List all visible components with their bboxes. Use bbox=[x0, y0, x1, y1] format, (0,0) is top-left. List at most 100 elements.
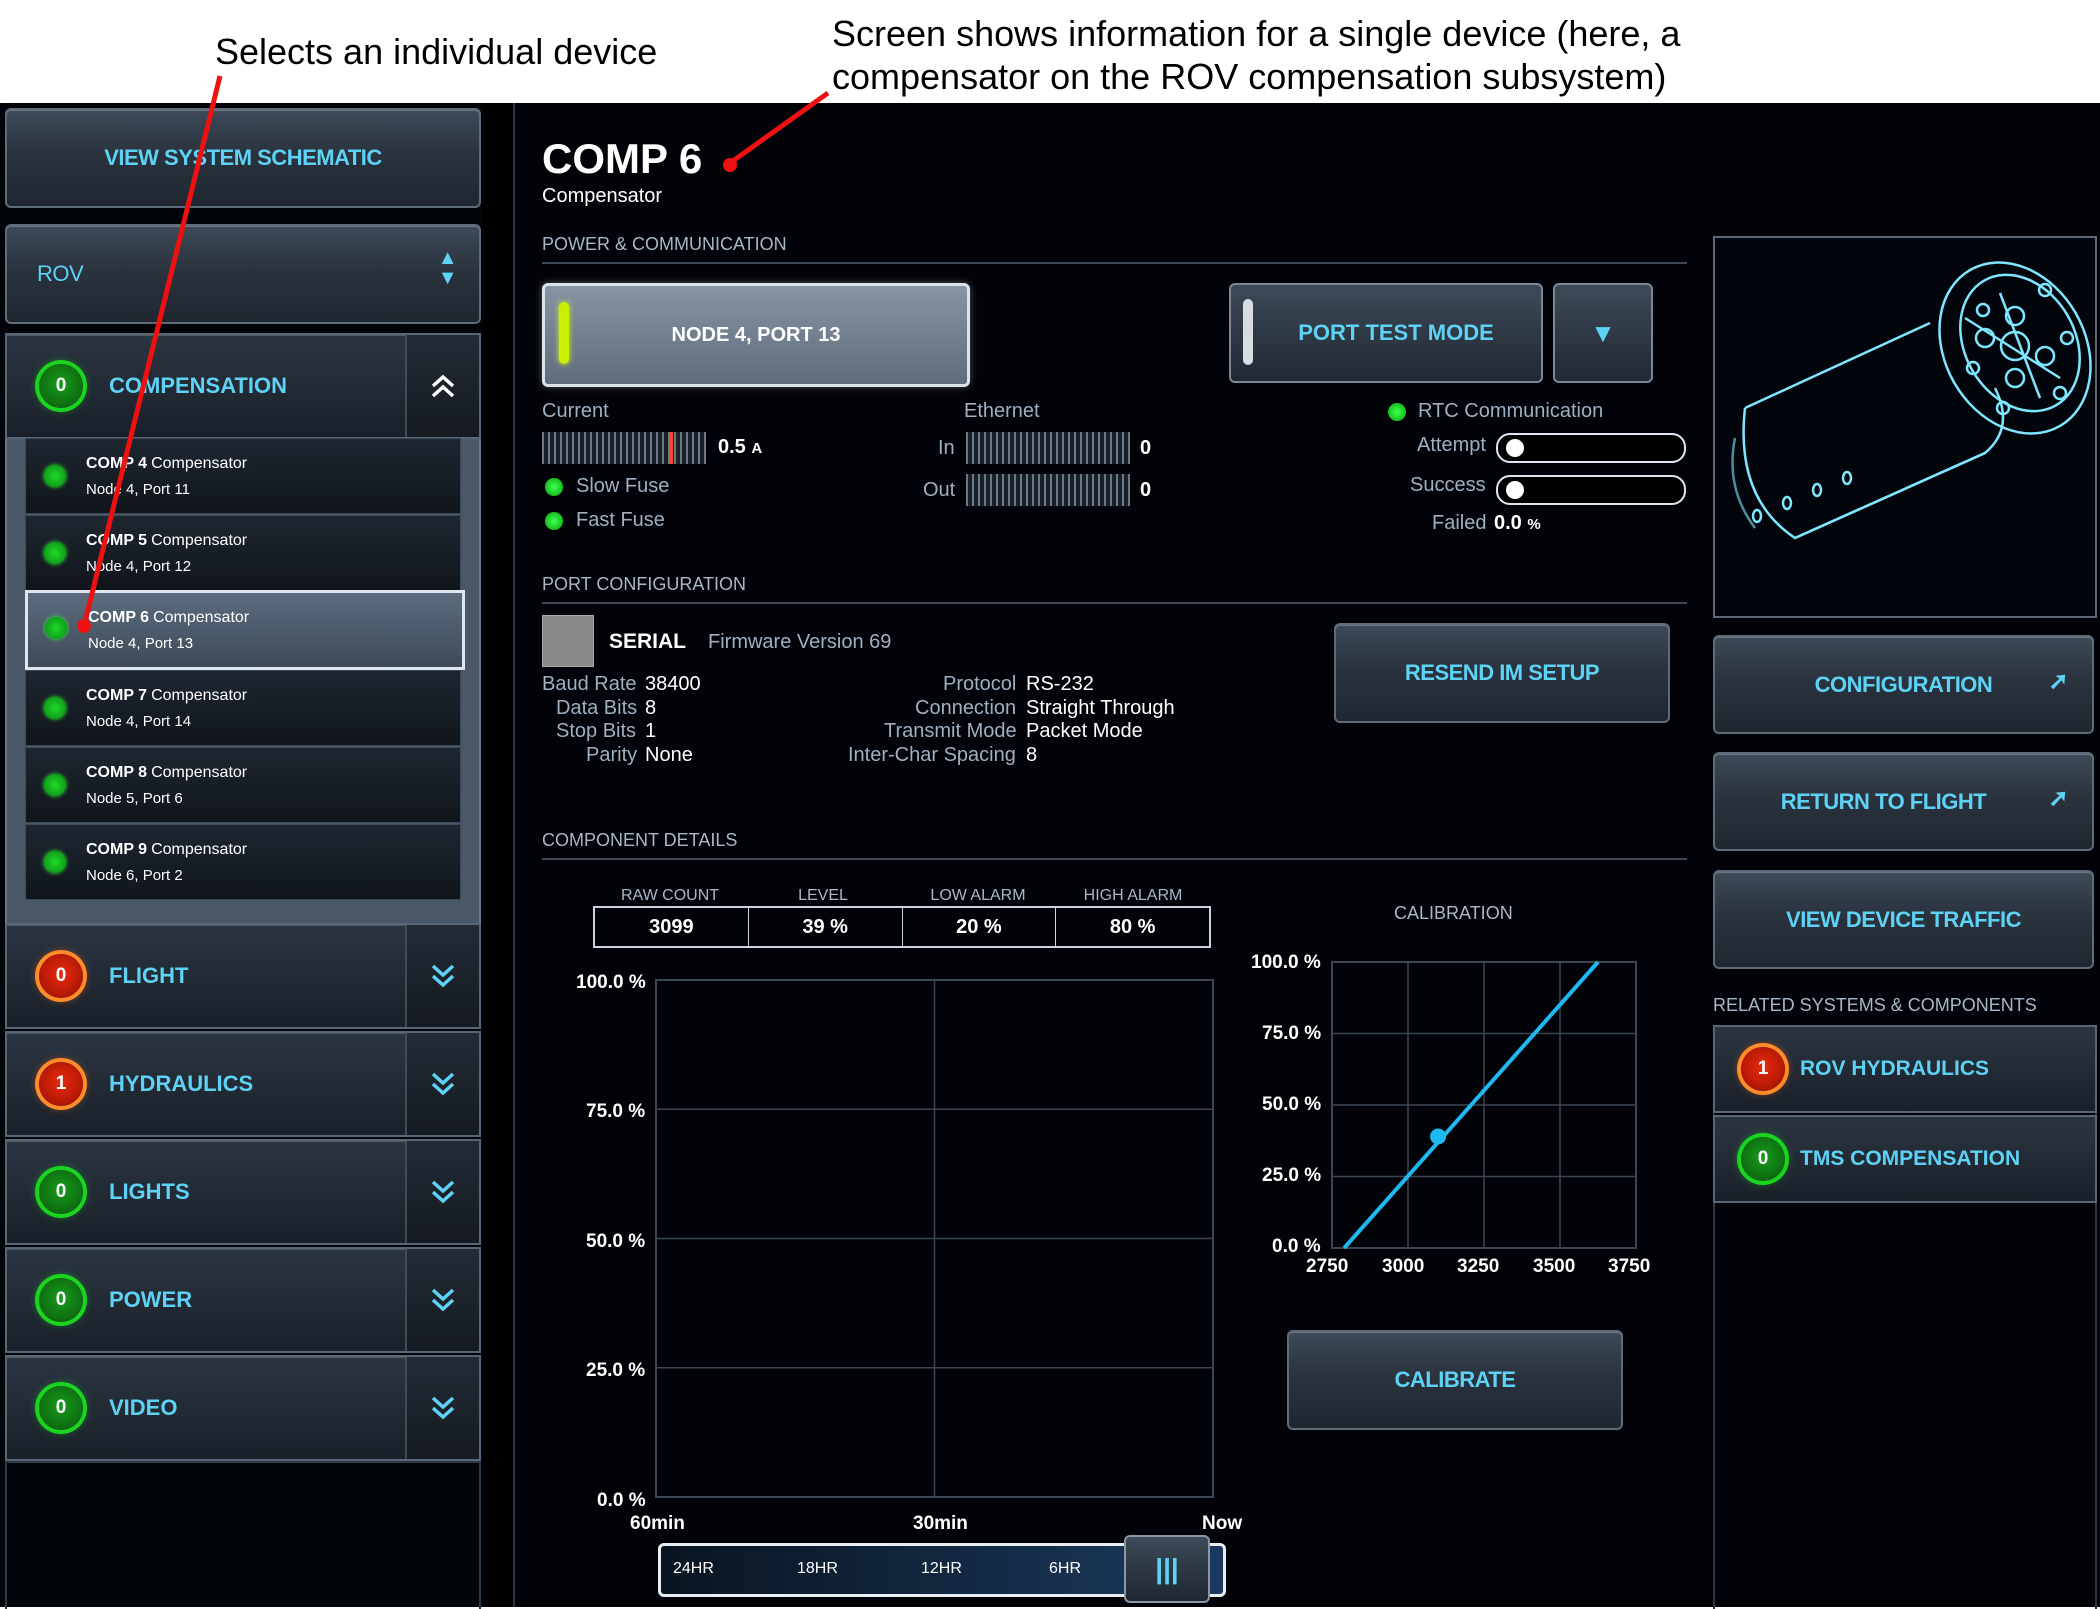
time-option-6hr[interactable]: 6HR bbox=[1049, 1560, 1081, 1578]
chevron-down-icon[interactable] bbox=[405, 1249, 479, 1351]
level-header: LEVEL bbox=[798, 887, 848, 904]
resend-label: RESEND IM SETUP bbox=[1404, 660, 1600, 685]
related-item-tms-compensation[interactable]: 0 TMS COMPENSATION bbox=[1713, 1115, 2097, 1203]
group-lights[interactable]: 0 LIGHTS bbox=[5, 1139, 481, 1245]
time-option-24hr[interactable]: 24HR bbox=[673, 1560, 714, 1578]
device-title: COMP 6 bbox=[542, 135, 703, 182]
system-select[interactable]: ROV ▲ ▼ bbox=[5, 224, 481, 324]
device-name: COMP 9 bbox=[86, 841, 148, 858]
current-level-point bbox=[1430, 1128, 1447, 1145]
calibration-chart-grid bbox=[1331, 961, 1637, 1249]
transmit-mode-label: Transmit Mode bbox=[884, 720, 1017, 742]
view-system-schematic-label: VIEW SYSTEM SCHEMATIC bbox=[104, 145, 382, 170]
resend-im-setup-button[interactable]: RESEND IM SETUP bbox=[1334, 623, 1670, 723]
section-divider bbox=[542, 858, 1687, 860]
chevron-down-icon[interactable] bbox=[405, 925, 479, 1027]
group-hydraulics[interactable]: 1 HYDRAULICS bbox=[5, 1031, 481, 1137]
chevron-up-icon[interactable] bbox=[405, 335, 479, 437]
status-count-badge: 0 bbox=[39, 954, 83, 998]
device-location: Node 6, Port 2 bbox=[86, 867, 183, 884]
rtc-status-led bbox=[1388, 403, 1406, 421]
device-location: Node 4, Port 12 bbox=[86, 558, 192, 575]
group-label: VIDEO bbox=[109, 1395, 178, 1420]
up-down-arrows-icon: ▲ ▼ bbox=[437, 247, 458, 289]
system-select-value: ROV bbox=[37, 261, 84, 286]
view-system-schematic-button[interactable]: VIEW SYSTEM SCHEMATIC bbox=[5, 108, 481, 208]
chevron-down-icon[interactable] bbox=[405, 1141, 479, 1243]
device-image-panel bbox=[1713, 236, 2097, 618]
view-device-traffic-button[interactable]: VIEW DEVICE TRAFFIC bbox=[1713, 870, 2094, 969]
group-label: COMPENSATION bbox=[109, 373, 288, 398]
device-item-comp8[interactable]: COMP 8 Compensator Node 5, Port 6 bbox=[25, 747, 461, 823]
status-dot bbox=[44, 542, 66, 564]
history-chart bbox=[655, 979, 1214, 1498]
status-count-badge: 0 bbox=[39, 1386, 83, 1430]
calibrate-button[interactable]: CALIBRATE bbox=[1287, 1330, 1623, 1430]
ethernet-in-label: In bbox=[938, 437, 955, 459]
y-tick-label: 50.0 % bbox=[1262, 1094, 1322, 1115]
return-to-flight-button[interactable]: RETURN TO FLIGHT ➚ bbox=[1713, 752, 2094, 851]
connection-value: Straight Through bbox=[1026, 697, 1175, 719]
return-to-flight-label: RETURN TO FLIGHT bbox=[1780, 788, 1987, 814]
slow-fuse-led bbox=[545, 478, 563, 496]
attempt-label: Attempt bbox=[1417, 434, 1486, 456]
time-option-12hr[interactable]: 12HR bbox=[921, 1560, 962, 1578]
section-component-details: COMPONENT DETAILS bbox=[542, 830, 738, 850]
data-bits-value: 8 bbox=[645, 697, 657, 719]
y-tick-label: 0.0 % bbox=[1272, 1236, 1321, 1257]
group-video[interactable]: 0 VIDEO bbox=[5, 1355, 481, 1461]
chevron-down-icon[interactable] bbox=[405, 1033, 479, 1135]
group-label: HYDRAULICS bbox=[109, 1071, 254, 1096]
annotation-right-line1: Screen shows information for a single de… bbox=[832, 13, 1681, 54]
related-item-rov-hydraulics[interactable]: 1 ROV HYDRAULICS bbox=[1713, 1025, 2097, 1113]
external-link-arrow-icon: ➚ bbox=[2048, 668, 2068, 695]
calibrate-label: CALIBRATE bbox=[1394, 1367, 1516, 1392]
device-location: Node 4, Port 14 bbox=[86, 713, 192, 730]
port-type-label: SERIAL bbox=[609, 630, 687, 653]
device-name: COMP 5 bbox=[86, 532, 148, 549]
protocol-label: Protocol bbox=[943, 673, 1017, 695]
port-test-mode-dropdown[interactable]: PORT TEST MODE bbox=[1229, 283, 1543, 383]
sidebar-empty-area bbox=[5, 1461, 481, 1609]
connection-label: Connection bbox=[915, 697, 1017, 719]
group-compensation[interactable]: 0 COMPENSATION bbox=[5, 333, 481, 439]
status-count-badge: 0 bbox=[39, 364, 83, 408]
ethernet-in-value: 0 bbox=[1140, 437, 1152, 459]
device-subtitle: Compensator bbox=[542, 185, 663, 207]
chevron-down-icon[interactable] bbox=[405, 1357, 479, 1459]
attempt-toggle[interactable] bbox=[1496, 433, 1686, 463]
y-tick-label: 25.0 % bbox=[1262, 1165, 1322, 1186]
time-option-18hr[interactable]: 18HR bbox=[797, 1560, 838, 1578]
device-item-comp4[interactable]: COMP 4 Compensator Node 4, Port 11 bbox=[25, 438, 461, 514]
slider-handle[interactable]: ||| bbox=[1124, 1535, 1210, 1603]
dropdown-caret-button[interactable]: ▼ bbox=[1553, 283, 1653, 383]
device-item-comp9[interactable]: COMP 9 Compensator Node 6, Port 2 bbox=[25, 824, 461, 900]
stop-bits-value: 1 bbox=[645, 720, 657, 742]
y-tick-label: 100.0 % bbox=[576, 972, 646, 993]
configuration-button[interactable]: CONFIGURATION ➚ bbox=[1713, 635, 2094, 734]
x-tick-label: 60min bbox=[630, 1513, 685, 1534]
status-count-badge: 1 bbox=[1741, 1047, 1785, 1091]
view-device-traffic-label: VIEW DEVICE TRAFFIC bbox=[1786, 906, 2021, 932]
success-toggle[interactable] bbox=[1496, 475, 1686, 505]
node-port-button[interactable]: NODE 4, PORT 13 bbox=[542, 283, 970, 387]
section-power-communication: POWER & COMMUNICATION bbox=[542, 234, 787, 254]
device-item-comp5[interactable]: COMP 5 Compensator Node 4, Port 12 bbox=[25, 515, 461, 591]
toggle-knob bbox=[1506, 439, 1524, 457]
ethernet-out-meter bbox=[966, 474, 1130, 506]
device-item-comp7[interactable]: COMP 7 Compensator Node 4, Port 14 bbox=[25, 670, 461, 746]
firmware-version: Firmware Version 69 bbox=[708, 631, 892, 653]
group-flight[interactable]: 0 FLIGHT bbox=[5, 923, 481, 1029]
baud-rate-label: Baud Rate bbox=[542, 673, 637, 695]
x-tick-label: 3250 bbox=[1457, 1256, 1500, 1277]
related-systems-title: RELATED SYSTEMS & COMPONENTS bbox=[1713, 995, 2037, 1015]
ethernet-out-label: Out bbox=[923, 479, 956, 501]
device-type: Compensator bbox=[151, 841, 248, 858]
protocol-value: RS-232 bbox=[1026, 673, 1094, 695]
inter-char-spacing-value: 8 bbox=[1026, 744, 1038, 766]
parity-value: None bbox=[645, 744, 693, 766]
device-item-comp6-selected[interactable]: COMP 6 Compensator Node 4, Port 13 bbox=[25, 590, 465, 670]
baud-rate-value: 38400 bbox=[645, 673, 701, 695]
status-count-badge: 0 bbox=[39, 1278, 83, 1322]
group-power[interactable]: 0 POWER bbox=[5, 1247, 481, 1353]
